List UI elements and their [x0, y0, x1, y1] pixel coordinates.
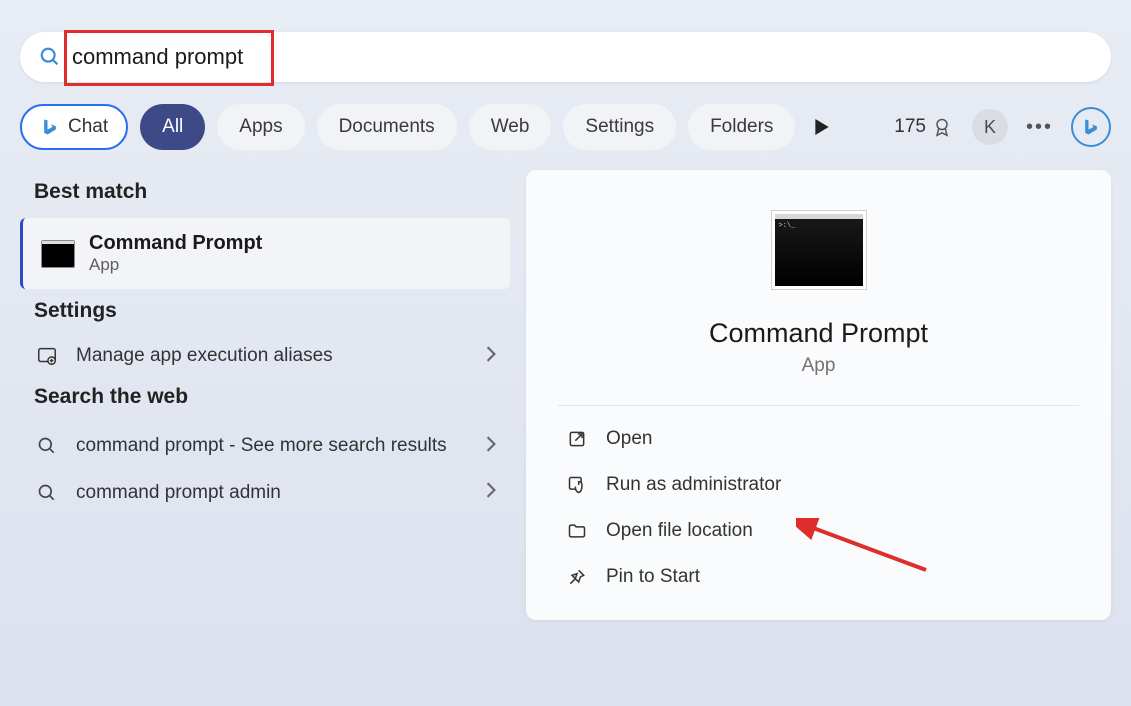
search-icon: [34, 436, 60, 456]
filter-chip-apps[interactable]: Apps: [217, 104, 304, 150]
action-label: Pin to Start: [606, 566, 700, 588]
action-pin-start[interactable]: Pin to Start: [558, 554, 1079, 600]
chat-button[interactable]: Chat: [20, 104, 128, 150]
preview-app-icon: [771, 210, 867, 290]
action-label: Open: [606, 428, 652, 450]
preview-subtitle: App: [558, 355, 1079, 377]
medal-icon: [932, 117, 952, 137]
action-label: Open file location: [606, 520, 753, 542]
chevron-right-icon: [486, 436, 496, 457]
best-match-subtitle: App: [89, 255, 262, 275]
action-open-location[interactable]: Open file location: [558, 508, 1079, 554]
preview-title: Command Prompt: [558, 318, 1079, 349]
best-match-header: Best match: [34, 180, 510, 204]
more-filters-button[interactable]: [807, 112, 837, 142]
user-avatar[interactable]: K: [972, 109, 1008, 145]
filter-row: Chat All Apps Documents Web Settings Fol…: [20, 104, 1111, 150]
search-icon: [34, 483, 60, 503]
open-icon: [566, 429, 588, 449]
search-input[interactable]: [72, 44, 312, 70]
results-column: Best match Command Prompt App Settings M…: [20, 170, 510, 620]
search-icon: [38, 45, 62, 69]
pin-icon: [566, 567, 588, 587]
filter-chip-settings[interactable]: Settings: [563, 104, 676, 150]
best-match-item[interactable]: Command Prompt App: [20, 218, 510, 289]
filter-chip-folders[interactable]: Folders: [688, 104, 795, 150]
action-open[interactable]: Open: [558, 416, 1079, 462]
web-result-2[interactable]: command prompt admin: [20, 470, 510, 517]
preview-panel: Command Prompt App Open Run as administr…: [526, 170, 1111, 620]
bing-chat-button[interactable]: [1071, 107, 1111, 147]
settings-item-label: Manage app execution aliases: [76, 345, 470, 367]
chat-label: Chat: [68, 116, 108, 138]
cmd-prompt-icon: [41, 240, 75, 268]
settings-header: Settings: [34, 299, 510, 323]
filter-chip-all[interactable]: All: [140, 104, 205, 150]
search-bar[interactable]: [20, 32, 1111, 82]
search-web-header: Search the web: [34, 385, 510, 409]
web-result-text: command prompt admin: [76, 480, 470, 507]
action-run-admin[interactable]: Run as administrator: [558, 462, 1079, 508]
chevron-right-icon: [486, 346, 496, 367]
best-match-title: Command Prompt: [89, 232, 262, 255]
shield-icon: [566, 475, 588, 495]
more-options-button[interactable]: •••: [1026, 116, 1053, 139]
folder-icon: [566, 521, 588, 541]
action-label: Run as administrator: [606, 474, 781, 496]
rewards-points[interactable]: 175: [894, 116, 952, 138]
settings-item-aliases[interactable]: Manage app execution aliases: [20, 337, 510, 375]
settings-item-icon: [34, 345, 60, 367]
divider: [558, 405, 1079, 406]
web-result-1[interactable]: command prompt - See more search results: [20, 423, 510, 470]
chevron-right-icon: [486, 482, 496, 503]
filter-chip-documents[interactable]: Documents: [317, 104, 457, 150]
points-value: 175: [894, 116, 926, 138]
bing-icon: [40, 117, 60, 137]
web-result-text: command prompt - See more search results: [76, 433, 470, 460]
filter-chip-web[interactable]: Web: [469, 104, 552, 150]
